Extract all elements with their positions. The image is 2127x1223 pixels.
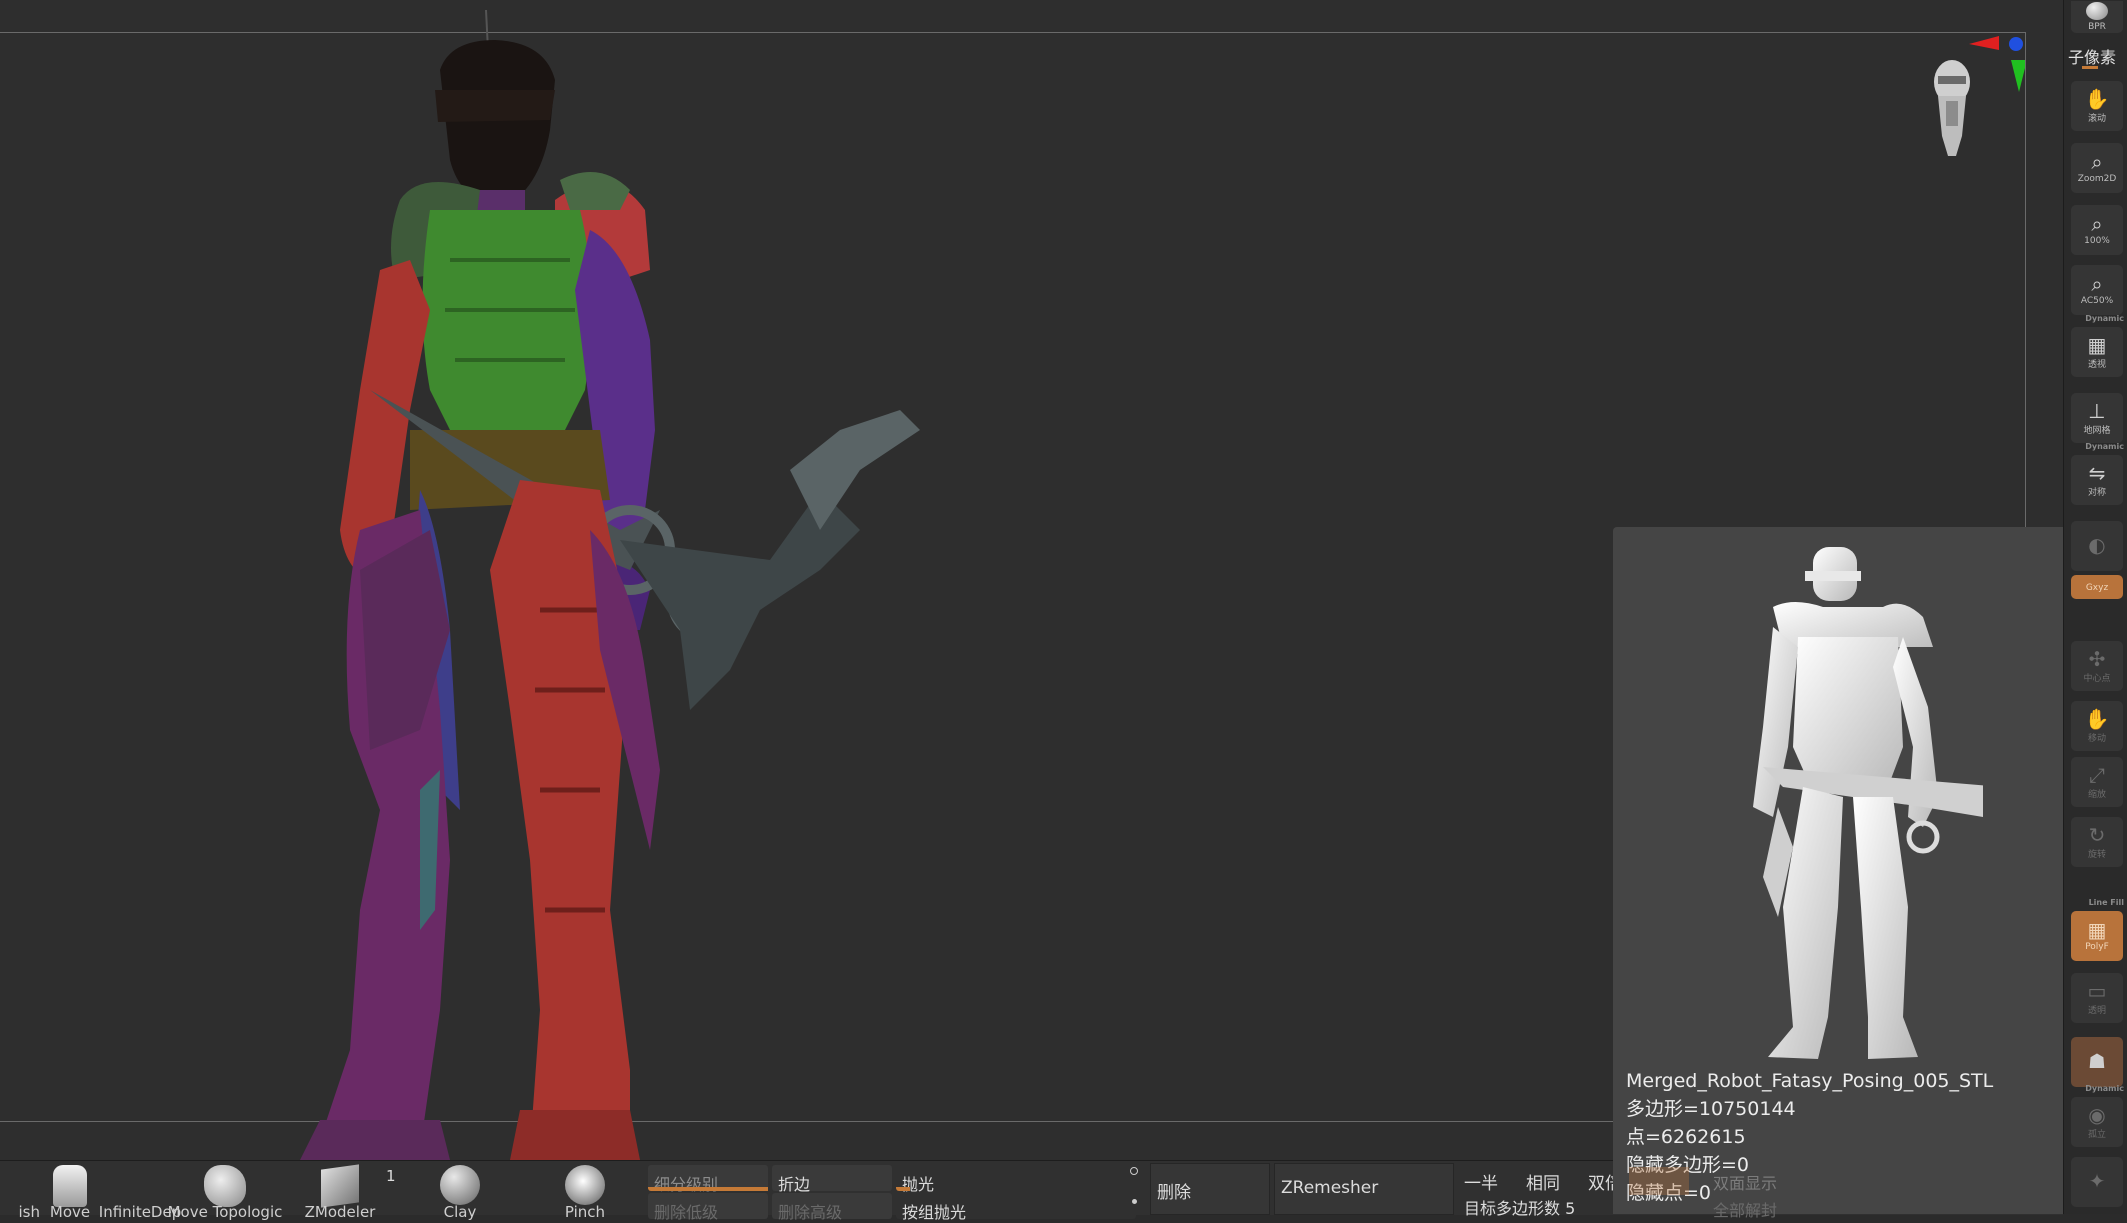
subpixel-label: 子像素 xyxy=(2068,48,2117,67)
shelf-button-label: 中心点 xyxy=(2083,673,2111,684)
shelf-button-label: PolyF xyxy=(2085,942,2109,952)
crease-button[interactable]: 折边 xyxy=(772,1165,892,1194)
shelf-button-6[interactable]: ⇋ 对称 xyxy=(2070,454,2124,506)
delete-lower-button[interactable]: 删除低级 xyxy=(648,1193,768,1222)
polygon-count: 多边形=10750144 xyxy=(1626,1098,1796,1120)
shelf-button-label: 透明 xyxy=(2087,1005,2106,1016)
double-sided-button[interactable]: 双面显示 xyxy=(1713,1170,1777,1194)
axis-gizmo-icon[interactable] xyxy=(1965,30,2027,94)
half-button[interactable]: 一半 xyxy=(1464,1169,1498,1194)
shelf-button-12[interactable]: ↻ 旋转 xyxy=(2070,816,2124,868)
shelf-button-16[interactable]: ◉ 孤立 xyxy=(2070,1096,2124,1148)
bpr-render-button[interactable]: BPR xyxy=(2070,0,2124,34)
shelf-tag-label: Dynamic xyxy=(2085,442,2124,451)
same-button[interactable]: 相同 xyxy=(1526,1169,1560,1194)
local-symmetry-icon: ◐ xyxy=(2088,533,2106,557)
polish-toggle-icon[interactable] xyxy=(1130,1167,1138,1175)
model-thumbnail xyxy=(1753,547,1983,1059)
hand-move-icon: ✋ xyxy=(2084,86,2110,111)
shelf-tag-label: Line Fill xyxy=(2088,898,2124,907)
polish-slider[interactable]: 抛光 xyxy=(896,1165,1136,1194)
model-name: Merged_Robot_Fatasy_Posing_005_STL xyxy=(1626,1070,1994,1092)
shelf-button-label: Gxyz xyxy=(2085,583,2109,593)
shelf-button-label: 缩放 xyxy=(2087,789,2106,800)
mesh-info-popup: Merged_Robot_Fatasy_Posing_005_STL 多边形=1… xyxy=(1613,527,2063,1220)
zoom2d-icon: ⌕ xyxy=(2091,150,2103,174)
brush-slot-0[interactable]: ish xyxy=(0,1163,41,1221)
shelf-button-label: 100% xyxy=(2084,236,2110,246)
shelf-button-label: 滚动 xyxy=(2087,113,2106,124)
delete-button[interactable]: 删除 xyxy=(1150,1163,1270,1215)
right-shelf: BPR 子像素 ✋ 滚动 ⌕ Zoom2D ⌕ 100% ⌕ AC50% ▦ 透视 Dynamic ⊥… xyxy=(2063,0,2127,1214)
shelf-button-10[interactable]: ✋ 移动 xyxy=(2070,700,2124,752)
target-poly-count-slider[interactable]: 目标多边形数 5 xyxy=(1464,1195,1575,1219)
shelf-button-15[interactable]: ☗ xyxy=(2070,1036,2124,1088)
clay-sphere-icon xyxy=(440,1165,480,1205)
transparent-icon: ▭ xyxy=(2087,978,2107,1003)
subdiv-level-slider[interactable]: 细分级别 xyxy=(648,1165,768,1194)
symmetry-icon: ⇋ xyxy=(2088,460,2106,485)
shelf-tag-label: Dynamic xyxy=(2085,314,2124,323)
shelf-button-4[interactable]: ▦ 透视 xyxy=(2070,326,2124,378)
shelf-button-label: 对称 xyxy=(2087,487,2106,498)
polish-by-groups-slider[interactable]: 按组抛光 xyxy=(896,1193,1136,1222)
brush-count: 1 xyxy=(386,1167,396,1185)
perspective-grid-icon: ▦ xyxy=(2087,332,2107,357)
scale-icon: ⤢ xyxy=(2089,762,2105,787)
shelf-button-label: 透视 xyxy=(2087,359,2106,370)
shelf-button-11[interactable]: ⤢ 缩放 xyxy=(2070,756,2124,808)
brush-clay[interactable]: Clay xyxy=(410,1163,510,1221)
shelf-button-5[interactable]: ⊥ 地网格 xyxy=(2070,392,2124,444)
delete-higher-button[interactable]: 删除高级 xyxy=(772,1193,892,1222)
subdiv-slider-fill xyxy=(648,1187,768,1191)
shelf-button-label: 移动 xyxy=(2087,733,2106,744)
bpr-sphere-icon xyxy=(2086,2,2108,20)
move-topologic-icon xyxy=(204,1165,246,1207)
zmodeler-cube-icon xyxy=(321,1164,359,1208)
shelf-button-0[interactable]: ✋ 滚动 xyxy=(2070,80,2124,132)
polish-groups-dot-icon[interactable] xyxy=(1132,1199,1137,1204)
shelf-button-8[interactable]: Gxyz xyxy=(2070,574,2124,600)
shelf-button-1[interactable]: ⌕ Zoom2D xyxy=(2070,142,2124,194)
shelf-button-label: 孤立 xyxy=(2087,1129,2106,1140)
shelf-button-14[interactable]: ▭ 透明 xyxy=(2070,972,2124,1024)
subpixel-slider[interactable] xyxy=(2082,66,2098,69)
ghost-icon: ☗ xyxy=(2088,1049,2106,1073)
popup-overlap-button xyxy=(1629,1167,1689,1195)
zoom-ac50-icon: ⌕ xyxy=(2091,272,2103,296)
solo-icon: ◉ xyxy=(2088,1102,2106,1127)
pinch-sphere-icon xyxy=(565,1165,605,1205)
zoom-100-icon: ⌕ xyxy=(2091,212,2103,236)
shelf-button-2[interactable]: ⌕ 100% xyxy=(2070,204,2124,256)
center-icon: ✣ xyxy=(2088,646,2106,671)
bpr-label: BPR xyxy=(2088,22,2106,32)
brush-move-topologic[interactable]: Move Topologic xyxy=(160,1163,290,1221)
shelf-button-label: AC50% xyxy=(2080,296,2114,306)
brush-pinch[interactable]: Pinch xyxy=(535,1163,635,1221)
xpose-icon: ✦ xyxy=(2088,1169,2106,1193)
polish-slider-fill xyxy=(896,1187,911,1191)
zremesher-button[interactable]: ZRemesher xyxy=(1274,1163,1454,1215)
rotate-icon: ↻ xyxy=(2088,822,2106,847)
shelf-tag-label: Dynamic xyxy=(2085,1084,2124,1093)
unhide-all-button[interactable]: 全部解封 xyxy=(1713,1197,1777,1221)
polyframe-icon: ▦ xyxy=(2087,918,2107,942)
brush-zmodeler[interactable]: ZModeler xyxy=(290,1163,390,1221)
shelf-button-label: 旋转 xyxy=(2087,849,2106,860)
shelf-button-13[interactable]: ▦ PolyF xyxy=(2070,910,2124,962)
shelf-button-17[interactable]: ✦ xyxy=(2070,1156,2124,1208)
shelf-button-7[interactable]: ◐ xyxy=(2070,520,2124,572)
shelf-button-3[interactable]: ⌕ AC50% xyxy=(2070,264,2124,316)
shelf-button-9[interactable]: ✣ 中心点 xyxy=(2070,640,2124,692)
move-icon: ✋ xyxy=(2084,706,2110,731)
point-count: 点=6262615 xyxy=(1626,1126,1746,1148)
shelf-button-label: 地网格 xyxy=(2083,425,2111,436)
shelf-button-label: Zoom2D xyxy=(2077,174,2117,184)
floor-grid-icon: ⊥ xyxy=(2088,398,2106,423)
robot-model-viewport[interactable] xyxy=(300,10,920,1160)
